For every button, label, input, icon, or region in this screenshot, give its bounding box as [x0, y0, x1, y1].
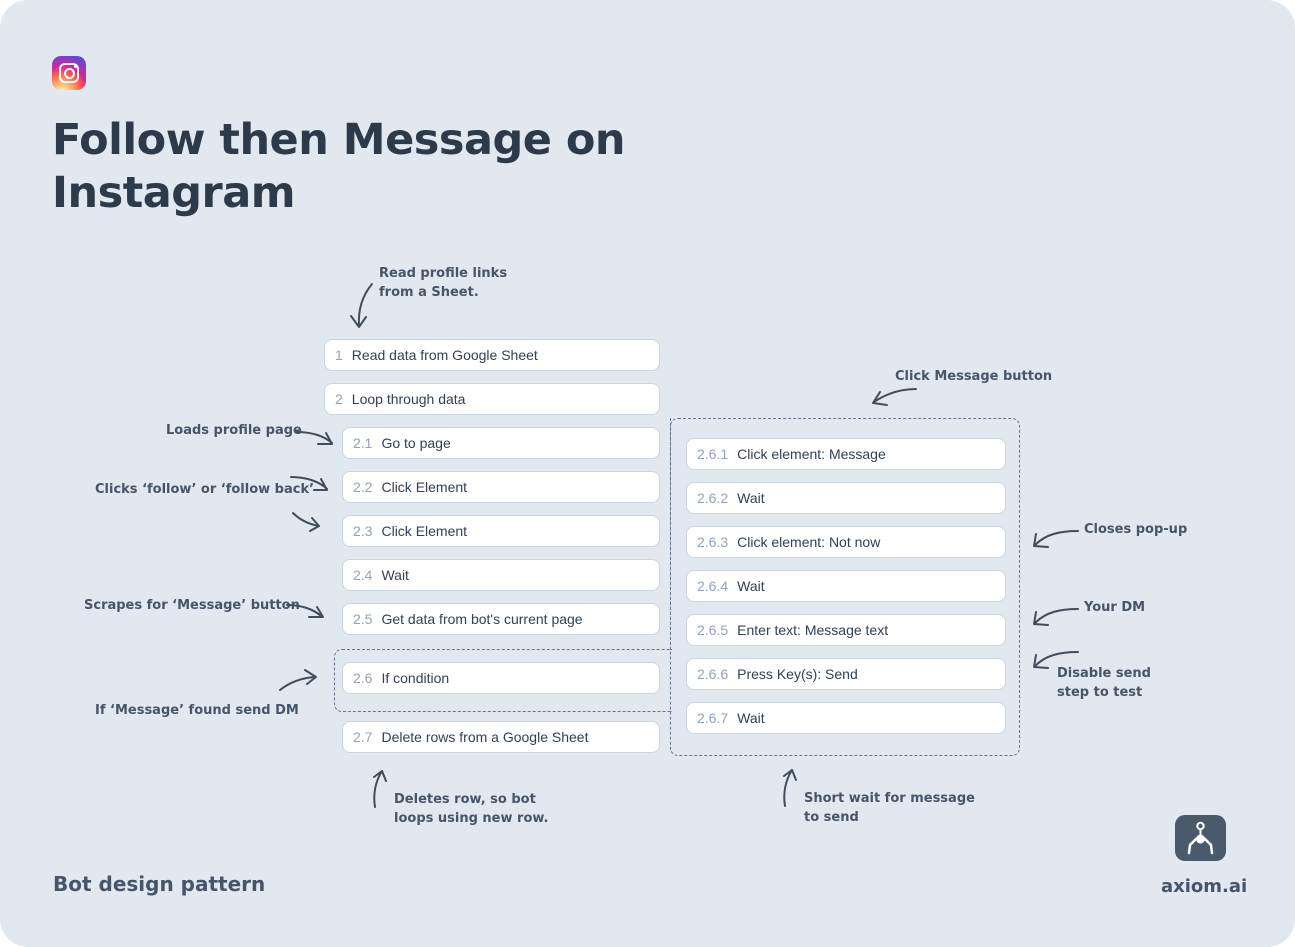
arrow-click-message [872, 388, 917, 406]
annotation-loads-profile: Loads profile page [166, 423, 302, 438]
annotation-disable-send: Disable send step to test [1057, 666, 1151, 700]
step-label: Get data from bot's current page [381, 611, 583, 627]
axiom-robot-claw-icon [1175, 815, 1226, 861]
step-label: Go to page [381, 435, 451, 451]
annotation-short-wait: Short wait for message to send [804, 791, 975, 825]
step-go-to-page[interactable]: 2.1 Go to page [342, 427, 660, 459]
step-number: 2.6.2 [697, 490, 729, 506]
arrow-deletes-row [373, 770, 387, 808]
step-number: 2 [335, 391, 343, 407]
annotation-deletes-row: Deletes row, so bot loops using new row. [394, 792, 549, 826]
substep-click-not-now[interactable]: 2.6.3 Click element: Not now [686, 526, 1006, 558]
step-if-condition[interactable]: 2.6 If condition [342, 662, 660, 694]
step-number: 2.6.6 [697, 666, 729, 682]
step-number: 2.6.7 [697, 710, 729, 726]
substep-wait[interactable]: 2.6.2 Wait [686, 482, 1006, 514]
step-number: 2.7 [353, 729, 373, 745]
step-read-google-sheet[interactable]: 1 Read data from Google Sheet [324, 339, 660, 371]
step-label: Enter text: Message text [737, 622, 889, 638]
step-label: Loop through data [351, 391, 466, 407]
annotation-read-sheet: Read profile links from a Sheet. [379, 266, 508, 300]
step-number: 2.1 [353, 435, 373, 451]
axiom-brand-name: axiom.ai [1161, 876, 1248, 897]
step-delete-rows[interactable]: 2.7 Delete rows from a Google Sheet [342, 721, 660, 753]
step-number: 2.2 [353, 479, 373, 495]
arrow-your-dm [1033, 608, 1079, 626]
step-number: 2.4 [353, 567, 373, 583]
annotation-if-message: If ‘Message’ found send DM [95, 703, 299, 718]
step-number: 2.6.5 [697, 622, 729, 638]
step-label: Click Element [381, 523, 468, 539]
substep-wait[interactable]: 2.6.4 Wait [686, 570, 1006, 602]
step-label: Read data from Google Sheet [351, 347, 538, 363]
step-number: 1 [335, 347, 343, 363]
step-click-element-follow-back[interactable]: 2.3 Click Element [342, 515, 660, 547]
step-label: Press Key(s): Send [737, 666, 858, 682]
arrow-read-sheet [350, 283, 373, 328]
substep-click-message[interactable]: 2.6.1 Click element: Message [686, 438, 1006, 470]
step-label: Wait [381, 567, 409, 583]
instagram-icon [52, 56, 86, 90]
step-label: Wait [737, 710, 765, 726]
step-label: Wait [737, 490, 765, 506]
step-label: If condition [381, 670, 450, 686]
step-label: Click Element [381, 479, 468, 495]
diagram-canvas: Follow then Message on Instagram 1 Read … [0, 0, 1295, 947]
step-number: 2.5 [353, 611, 373, 627]
step-number: 2.6.1 [697, 446, 729, 462]
step-label: Wait [737, 578, 765, 594]
arrow-short-wait [783, 769, 797, 807]
step-loop-through-data[interactable]: 2 Loop through data [324, 383, 660, 415]
substep-wait[interactable]: 2.6.7 Wait [686, 702, 1006, 734]
step-label: Click element: Message [737, 446, 886, 462]
substep-press-keys-send[interactable]: 2.6.6 Press Key(s): Send [686, 658, 1006, 690]
step-get-data-current-page[interactable]: 2.5 Get data from bot's current page [342, 603, 660, 635]
annotation-closes-popup: Closes pop-up [1084, 522, 1188, 537]
annotation-scrapes-message: Scrapes for ‘Message’ button [84, 598, 300, 613]
step-label: Delete rows from a Google Sheet [381, 729, 589, 745]
step-click-element-follow[interactable]: 2.2 Click Element [342, 471, 660, 503]
substep-enter-text[interactable]: 2.6.5 Enter text: Message text [686, 614, 1006, 646]
step-wait[interactable]: 2.4 Wait [342, 559, 660, 591]
annotation-your-dm: Your DM [1084, 600, 1146, 615]
arrow-clicks-follow-2 [292, 512, 320, 532]
annotation-clicks-follow: Clicks ‘follow’ or ‘follow back’ [95, 482, 315, 497]
step-label: Click element: Not now [737, 534, 881, 550]
step-number: 2.6.4 [697, 578, 729, 594]
step-number: 2.6.3 [697, 534, 729, 550]
step-number: 2.3 [353, 523, 373, 539]
step-number: 2.6 [353, 670, 373, 686]
footer-subtitle: Bot design pattern [53, 872, 266, 896]
arrow-closes-popup [1033, 530, 1079, 548]
annotation-click-message: Click Message button [895, 369, 1053, 384]
page-title: Follow then Message on Instagram [52, 115, 626, 218]
if-connector-top [670, 418, 672, 650]
arrow-if-message [279, 669, 317, 691]
